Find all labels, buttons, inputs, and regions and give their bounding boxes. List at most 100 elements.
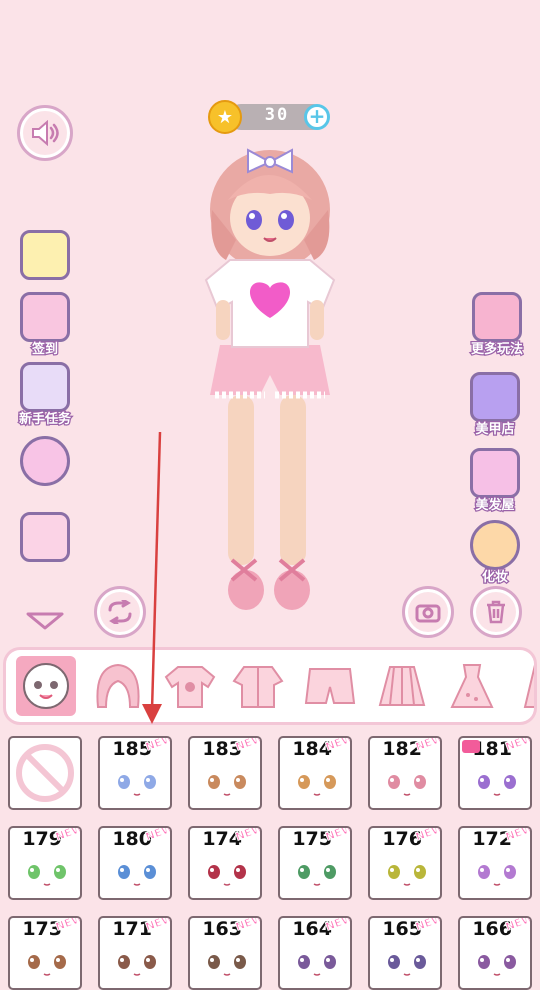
- tab-dresses[interactable]: [442, 656, 502, 716]
- face-option[interactable]: 185 NEW: [98, 736, 172, 810]
- annotation-arrow: [142, 431, 162, 724]
- star-coin-icon: ★: [208, 100, 242, 134]
- face-preview: [118, 865, 156, 886]
- game-console-icon: [472, 292, 522, 342]
- tab-face[interactable]: [16, 656, 76, 716]
- newbie-tasks-label: 新手任务: [18, 411, 73, 429]
- add-coins-button[interactable]: +: [304, 104, 330, 130]
- dress-icon: [450, 664, 494, 708]
- new-badge: NEW: [53, 916, 82, 934]
- scissors-comb-icon: [470, 448, 520, 498]
- left-menu-friends[interactable]: [14, 436, 76, 486]
- face-preview: [478, 775, 516, 796]
- no-face-option[interactable]: [8, 736, 82, 810]
- face-option[interactable]: 173 NEW: [8, 916, 82, 990]
- new-badge: NEW: [233, 736, 262, 754]
- new-badge: NEW: [323, 736, 352, 754]
- swap-icon: [108, 600, 132, 624]
- face-option[interactable]: 183 NEW: [188, 736, 262, 810]
- tab-jackets[interactable]: [228, 656, 288, 716]
- tab-shorts[interactable]: [300, 656, 360, 716]
- face-option[interactable]: 163 NEW: [188, 916, 262, 990]
- tshirt-icon: [164, 666, 216, 708]
- nail-polish-icon: [470, 372, 520, 422]
- skirt-icon: [378, 666, 426, 706]
- face-preview: [28, 865, 66, 886]
- calendar-icon: [20, 292, 70, 342]
- new-badge: NEW: [233, 916, 262, 934]
- new-badge: NEW: [413, 826, 442, 844]
- face-option[interactable]: 180 NEW: [98, 826, 172, 900]
- face-option[interactable]: 182 NEW: [368, 736, 442, 810]
- hair-salon-label: 美发屋: [474, 497, 516, 515]
- left-menu-wardrobe[interactable]: [14, 512, 76, 562]
- right-menu-nail-salon[interactable]: 美甲店: [462, 372, 528, 438]
- character-avatar: [204, 148, 336, 610]
- face-option[interactable]: 176 NEW: [368, 826, 442, 900]
- face-preview: [298, 865, 336, 886]
- face-option[interactable]: 184 NEW: [278, 736, 352, 810]
- wardrobe-icon: [20, 512, 70, 562]
- new-badge: NEW: [413, 916, 442, 934]
- left-menu-checkin[interactable]: 签到: [14, 292, 76, 358]
- coin-balance: ★ 30 +: [208, 100, 334, 134]
- face-preview: [478, 865, 516, 886]
- new-badge: NEW: [503, 916, 532, 934]
- camera-button[interactable]: [402, 586, 454, 638]
- face-option[interactable]: 165 NEW: [368, 916, 442, 990]
- face-option[interactable]: 179 NEW: [8, 826, 82, 900]
- right-menu-hair-salon[interactable]: 美发屋: [462, 448, 528, 514]
- face-preview: [118, 955, 156, 976]
- left-menu-cabinet[interactable]: [14, 230, 76, 280]
- tab-skirts[interactable]: [372, 656, 432, 716]
- face-preview: [388, 775, 426, 796]
- face-preview: [118, 775, 156, 796]
- face-preview: [388, 955, 426, 976]
- tab-socks[interactable]: [506, 656, 534, 716]
- face-icon: [23, 663, 69, 709]
- face-preview: [298, 775, 336, 796]
- camera-icon: [415, 604, 441, 623]
- delete-button[interactable]: [470, 586, 522, 638]
- face-option[interactable]: 171 NEW: [98, 916, 172, 990]
- face-preview: [208, 955, 246, 976]
- face-option[interactable]: 181 NEW: [458, 736, 532, 810]
- makeup-label: 化妆: [481, 569, 510, 587]
- coin-value: 30: [264, 105, 290, 125]
- face-preview: [388, 865, 426, 886]
- speaker-icon: [32, 120, 59, 146]
- trash-icon: [487, 600, 505, 624]
- face-option[interactable]: 166 NEW: [458, 916, 532, 990]
- face-preview: [208, 865, 246, 886]
- right-menu-more-games[interactable]: 更多玩法: [462, 292, 532, 358]
- palette-icon: [470, 520, 520, 570]
- cabinet-icon: [20, 230, 70, 280]
- jacket-icon: [232, 666, 284, 708]
- shorts-icon: [304, 668, 356, 704]
- face-option[interactable]: 174 NEW: [188, 826, 262, 900]
- new-badge: NEW: [503, 826, 532, 844]
- face-preview: [298, 955, 336, 976]
- collapse-chevron-icon[interactable]: [26, 610, 64, 632]
- new-badge: NEW: [503, 736, 532, 754]
- face-option[interactable]: 172 NEW: [458, 826, 532, 900]
- hair-icon: [96, 663, 140, 708]
- face-option[interactable]: 175 NEW: [278, 826, 352, 900]
- right-menu-makeup[interactable]: 化妆: [462, 520, 528, 586]
- sock-icon: [523, 664, 534, 708]
- face-option[interactable]: 164 NEW: [278, 916, 352, 990]
- face-preview: [208, 775, 246, 796]
- sound-button[interactable]: [17, 105, 73, 161]
- new-badge: NEW: [413, 736, 442, 754]
- tab-tops[interactable]: [160, 656, 220, 716]
- nail-salon-label: 美甲店: [474, 421, 516, 439]
- more-games-label: 更多玩法: [470, 341, 525, 359]
- new-badge: NEW: [143, 916, 172, 934]
- task-notebook-icon: [20, 362, 70, 412]
- new-badge: NEW: [323, 826, 352, 844]
- face-preview: [478, 955, 516, 976]
- left-menu-newbie-tasks[interactable]: 新手任务: [12, 362, 78, 428]
- new-badge: NEW: [143, 736, 172, 754]
- video-ad-icon: [462, 740, 480, 753]
- face-preview: [28, 955, 66, 976]
